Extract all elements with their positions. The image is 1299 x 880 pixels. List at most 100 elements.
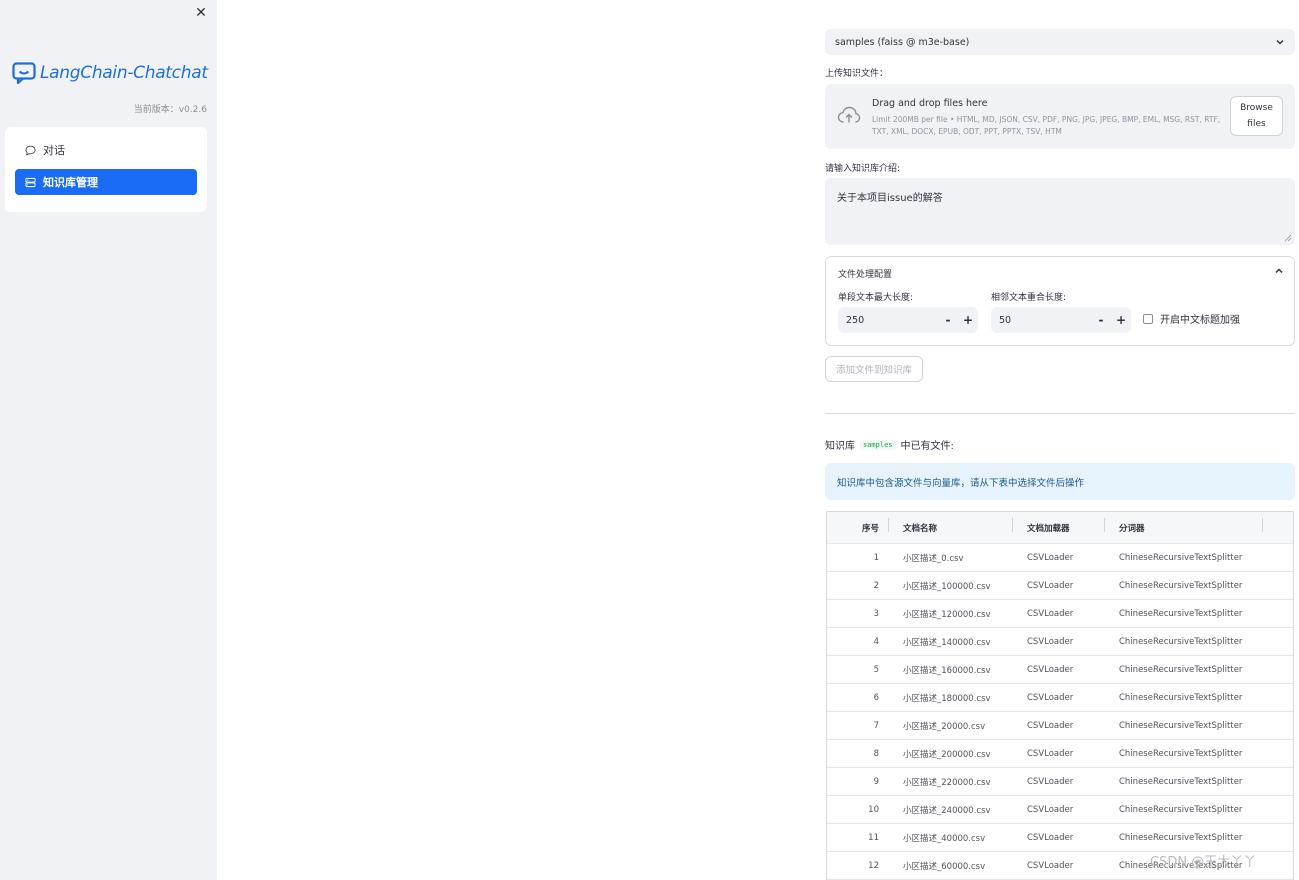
column-header-loader[interactable]: 文档加载器 (1013, 517, 1105, 534)
table-row[interactable]: 5 小区描述_160000.csv CSVLoader ChineseRecursiv… (827, 656, 1293, 684)
nav-item-chat[interactable]: 对话 (15, 137, 197, 163)
resize-grip-icon[interactable] (1284, 234, 1292, 242)
upload-label: 上传知识文件： (825, 69, 889, 79)
table-row[interactable]: 8 小区描述_200000.csv CSVLoader ChineseRecursiv… (827, 740, 1293, 768)
cell-index: 5 (873, 664, 879, 675)
chunk-size-label: 单段文本最大长度: (838, 293, 914, 303)
table-row[interactable]: 1 小区描述_0.csv CSVLoader ChineseRecursiveText… (827, 544, 1293, 572)
table-row[interactable]: 6 小区描述_180000.csv CSVLoader ChineseRecursiv… (827, 684, 1293, 712)
cell-name: 小区描述_200000.csv (903, 749, 991, 760)
intro-label: 请输入知识库介绍: (825, 164, 901, 174)
cell-splitter: ChineseRecursiveTextSplitter (1119, 720, 1243, 731)
file-config-title: 文件处理配置 (838, 270, 893, 280)
cell-index: 1 (873, 552, 879, 563)
cloud-upload-icon (837, 106, 861, 123)
overlap-size-label: 相邻文本重合长度: (991, 293, 1067, 303)
chevron-up-icon[interactable] (1274, 266, 1284, 276)
kb-files-heading: 知识库 samples 中已有文件: (825, 437, 954, 452)
cell-loader: CSVLoader (1027, 776, 1074, 787)
table-row[interactable]: 4 小区描述_140000.csv CSVLoader ChineseRecursiv… (827, 628, 1293, 656)
cell-name: 小区描述_0.csv (903, 553, 964, 564)
column-header-name[interactable]: 文档名称 (889, 517, 1013, 534)
cell-index: 12 (868, 860, 879, 871)
column-header-index[interactable]: 序号 (827, 517, 889, 534)
file-uploader-dropzone[interactable]: Drag and drop files here Limit 200MB per… (825, 84, 1295, 149)
overlap-size-value: 50 (999, 314, 1012, 326)
cell-name: 小区描述_60000.csv (903, 861, 986, 872)
close-sidebar-button[interactable]: ✕ (193, 5, 209, 21)
sidebar: ✕ LangChain-Chatchat 当前版本：v0.2.6 对话 知识库管… (0, 0, 217, 880)
files-table: 序号 文档名称 文档加载器 分词器 1 小区描述_0.csv CSVLoader Ch… (826, 511, 1294, 880)
overlap-size-input[interactable]: 50 - + (991, 307, 1131, 333)
cell-name: 小区描述_140000.csv (903, 637, 991, 648)
cell-name: 小区描述_120000.csv (903, 609, 991, 620)
cell-loader: CSVLoader (1027, 832, 1074, 843)
cell-splitter: ChineseRecursiveTextSplitter (1119, 776, 1243, 787)
cell-loader: CSVLoader (1027, 664, 1074, 675)
cell-name: 小区描述_220000.csv (903, 777, 991, 788)
cell-index: 4 (873, 636, 879, 647)
chunk-size-input[interactable]: 250 - + (838, 307, 978, 333)
cell-splitter: ChineseRecursiveTextSplitter (1119, 664, 1243, 675)
version-label: 当前版本：v0.2.6 (133, 105, 207, 115)
nav-item-knowledge-base[interactable]: 知识库管理 (15, 169, 197, 195)
browse-files-label-1: Browse (1240, 103, 1273, 113)
cell-index: 3 (873, 608, 879, 619)
table-row[interactable]: 10 小区描述_240000.csv CSVLoader ChineseRecursi… (827, 796, 1293, 824)
knowledge-base-select-value: samples (faiss @ m3e-base) (835, 36, 970, 48)
browse-files-button[interactable]: Browse files (1230, 96, 1283, 136)
cell-loader: CSVLoader (1027, 720, 1074, 731)
uploader-limit: Limit 200MB per file • HTML, MD, JSON, C… (872, 115, 1221, 136)
zh-title-enhance-checkbox[interactable]: 开启中文标题加强 (1143, 311, 1240, 326)
add-files-button[interactable]: 添加文件到知识库 (825, 356, 924, 382)
browse-files-label-2: files (1247, 119, 1266, 129)
chunk-size-value: 250 (846, 314, 865, 326)
database-icon (25, 177, 36, 187)
app-root: ✕ LangChain-Chatchat 当前版本：v0.2.6 对话 知识库管… (0, 0, 1299, 880)
cell-loader: CSVLoader (1027, 636, 1074, 647)
nav-item-chat-label: 对话 (43, 144, 65, 157)
table-body: 1 小区描述_0.csv CSVLoader ChineseRecursiveText… (827, 544, 1293, 880)
table-row[interactable]: 2 小区描述_100000.csv CSVLoader ChineseRecursiv… (827, 572, 1293, 600)
cell-name: 小区描述_180000.csv (903, 693, 991, 704)
cell-loader: CSVLoader (1027, 804, 1074, 815)
cell-index: 11 (868, 832, 879, 843)
app-logo: LangChain-Chatchat (12, 62, 208, 84)
cell-name: 小区描述_240000.csv (903, 805, 991, 816)
table-row[interactable]: 12 小区描述_60000.csv CSVLoader ChineseRecursiv… (827, 852, 1293, 880)
table-row[interactable]: 3 小区描述_120000.csv CSVLoader ChineseRecursiv… (827, 600, 1293, 628)
overlap-size-increment-button[interactable]: + (1111, 313, 1131, 327)
table-row[interactable]: 11 小区描述_40000.csv CSVLoader ChineseRecursiv… (827, 824, 1293, 852)
cell-splitter: ChineseRecursiveTextSplitter (1119, 552, 1243, 563)
file-config-expander: 文件处理配置 单段文本最大长度: 250 - + 相邻文本重合长度: 50 - … (825, 256, 1295, 346)
cell-splitter: ChineseRecursiveTextSplitter (1119, 580, 1243, 591)
cell-loader: CSVLoader (1027, 860, 1074, 871)
cell-splitter: ChineseRecursiveTextSplitter (1119, 804, 1243, 815)
cell-splitter: ChineseRecursiveTextSplitter (1119, 692, 1243, 703)
checkbox-box[interactable] (1143, 313, 1153, 324)
table-row[interactable]: 7 小区描述_20000.csv CSVLoader ChineseRecursive… (827, 712, 1293, 740)
overlap-size-decrement-button[interactable]: - (1091, 313, 1111, 327)
kb-files-suffix: 中已有文件: (900, 441, 954, 452)
cell-splitter: ChineseRecursiveTextSplitter (1119, 748, 1243, 759)
column-header-splitter[interactable]: 分词器 (1105, 517, 1293, 534)
kb-intro-textarea[interactable]: 关于本项目issue的解答 (825, 178, 1295, 245)
cell-name: 小区描述_20000.csv (903, 721, 986, 732)
cell-loader: CSVLoader (1027, 608, 1074, 619)
chunk-size-decrement-button[interactable]: - (938, 313, 958, 327)
chunk-size-increment-button[interactable]: + (958, 313, 978, 327)
zh-title-enhance-label: 开启中文标题加强 (1160, 315, 1240, 326)
cell-index: 8 (873, 748, 879, 759)
knowledge-base-select[interactable]: samples (faiss @ m3e-base) (825, 29, 1295, 55)
cell-splitter: ChineseRecursiveTextSplitter (1119, 860, 1243, 871)
cell-loader: CSVLoader (1027, 552, 1074, 563)
table-row[interactable]: 9 小区描述_220000.csv CSVLoader ChineseRecursiv… (827, 768, 1293, 796)
nav-menu: 对话 知识库管理 (5, 127, 207, 212)
kb-name-code: samples (860, 439, 896, 450)
cell-name: 小区描述_100000.csv (903, 581, 991, 592)
chevron-down-icon (1276, 39, 1284, 45)
cell-loader: CSVLoader (1027, 580, 1074, 591)
cell-index: 9 (873, 776, 879, 787)
cell-index: 10 (868, 804, 879, 815)
cell-name: 小区描述_40000.csv (903, 833, 986, 844)
